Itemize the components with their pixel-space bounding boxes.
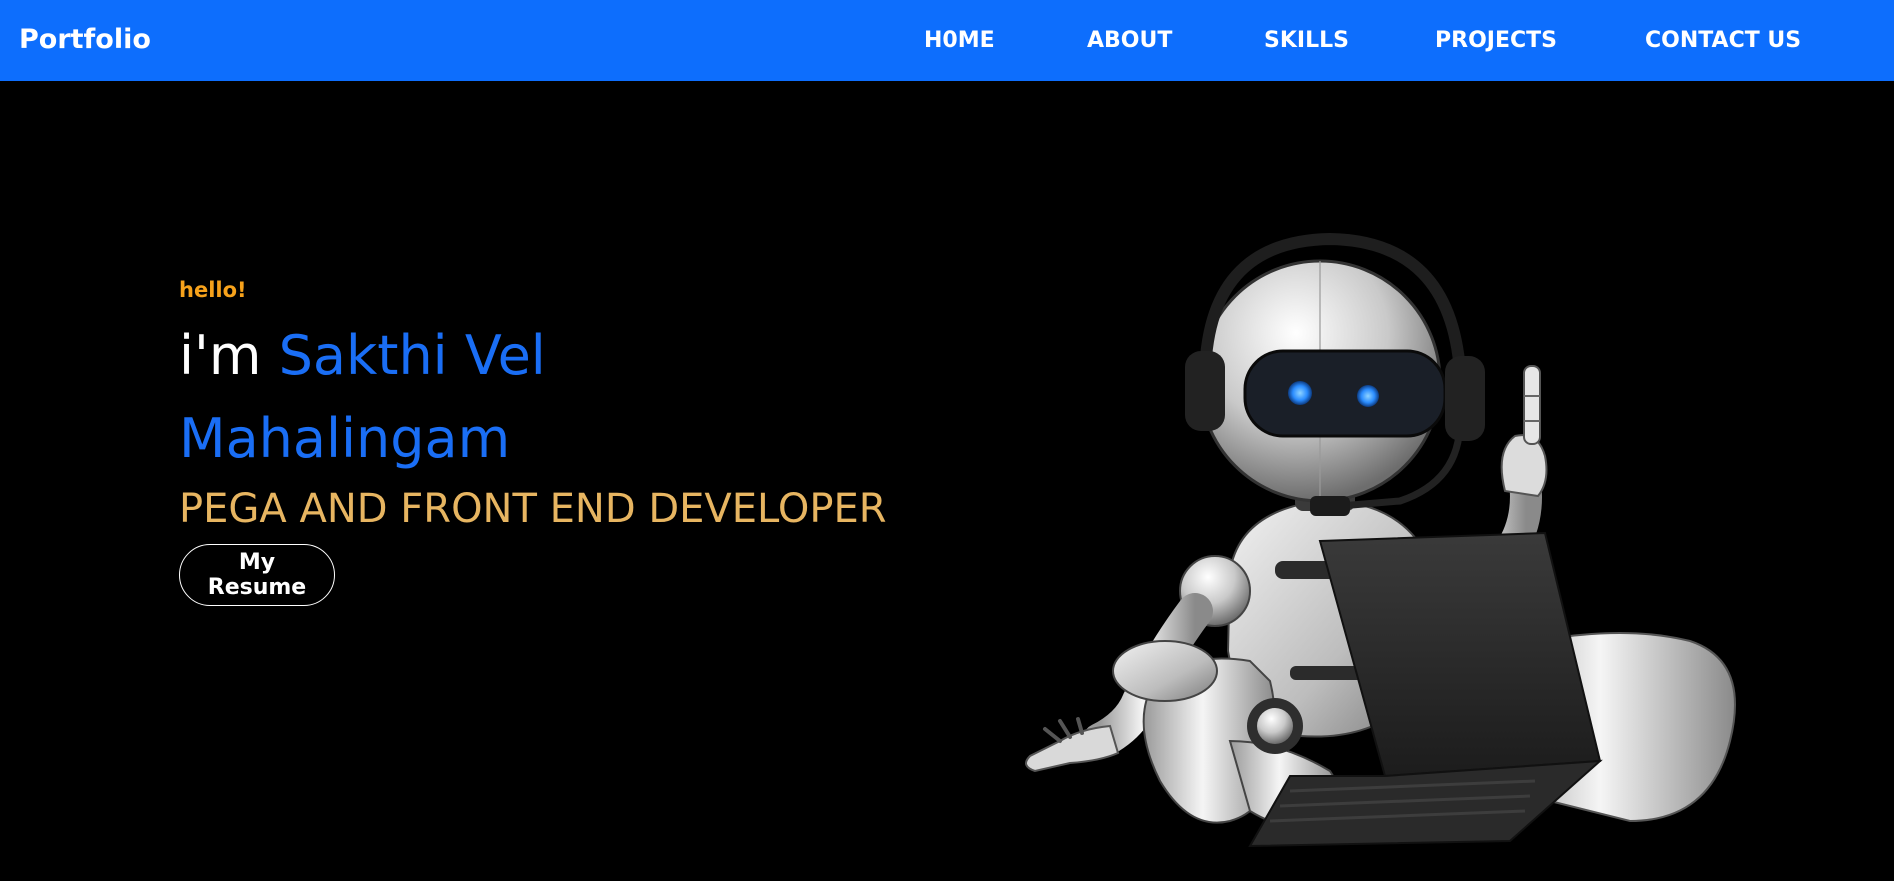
nav-link-projects[interactable]: PROJECTS	[1435, 26, 1557, 56]
resume-button[interactable]: My Resume	[179, 544, 335, 606]
greeting-line: i'm Sakthi Vel	[179, 321, 546, 391]
im-text: i'm	[179, 324, 279, 387]
hero-section: hello! i'm Sakthi Vel Mahalingam PEGA AN…	[0, 81, 1894, 848]
nav-link-skills[interactable]: SKILLS	[1264, 26, 1349, 56]
nav-links: H0ME ABOUT SKILLS PROJECTS CONTACT US	[0, 0, 1894, 81]
hello-text: hello!	[179, 278, 247, 302]
nav-link-contact[interactable]: CONTACT US	[1645, 26, 1801, 56]
robot-illustration	[1025, 232, 1736, 848]
navbar: Portfolio H0ME ABOUT SKILLS PROJECTS CON…	[0, 0, 1894, 81]
nav-link-about[interactable]: ABOUT	[1087, 26, 1172, 56]
name-first: Sakthi Vel	[278, 324, 546, 387]
name-last: Mahalingam	[179, 407, 511, 470]
nav-link-home[interactable]: H0ME	[924, 26, 995, 56]
role-title: PEGA AND FRONT END DEVELOPER	[179, 486, 887, 532]
